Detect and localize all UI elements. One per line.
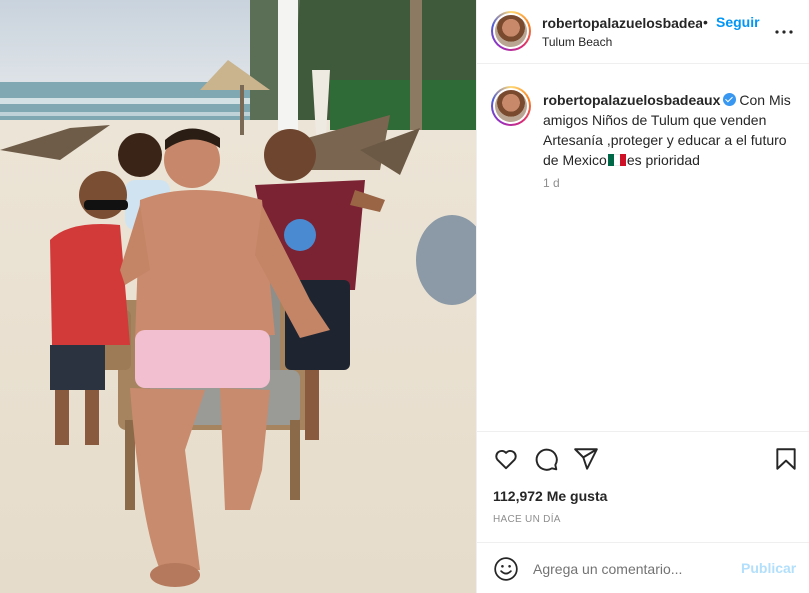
- post-photo[interactable]: [0, 0, 476, 593]
- caption-author-avatar[interactable]: [491, 86, 531, 126]
- post-date[interactable]: HACE UN DÍA: [493, 514, 561, 525]
- caption-timestamp[interactable]: 1 d: [543, 176, 560, 190]
- paper-plane-icon[interactable]: [573, 446, 599, 472]
- comment-bar: Publicar: [477, 542, 809, 593]
- verified-badge-icon: [723, 93, 737, 106]
- follow-button[interactable]: Seguir: [716, 14, 760, 30]
- more-options-icon[interactable]: [774, 22, 794, 42]
- comment-icon[interactable]: [533, 446, 559, 472]
- post-actions: 112,972 Me gusta HACE UN DÍA: [477, 431, 809, 543]
- author-avatar[interactable]: [491, 11, 531, 51]
- caption-text: robertopalazuelosbadeaux Con Mis amigos N…: [543, 90, 799, 170]
- post-sidebar: robertopalazuelosbadea • Seguir Tulum Be…: [476, 0, 809, 593]
- separator-dot: •: [703, 14, 708, 30]
- likes-count[interactable]: 112,972 Me gusta: [493, 488, 607, 504]
- caption-username-link[interactable]: robertopalazuelosbadeaux: [543, 92, 720, 108]
- post-header: robertopalazuelosbadea • Seguir Tulum Be…: [477, 0, 809, 64]
- bookmark-icon[interactable]: [773, 446, 799, 472]
- heart-icon[interactable]: [493, 446, 519, 472]
- location-link[interactable]: Tulum Beach: [542, 35, 612, 49]
- emoji-icon[interactable]: [493, 556, 519, 582]
- publish-button[interactable]: Publicar: [741, 560, 796, 576]
- caption-body-end: es prioridad: [626, 152, 700, 168]
- author-username-link[interactable]: robertopalazuelosbadea: [542, 15, 702, 31]
- comment-input[interactable]: [533, 557, 733, 581]
- mexico-flag-icon: [607, 151, 626, 166]
- beach-photo-image: [0, 0, 476, 593]
